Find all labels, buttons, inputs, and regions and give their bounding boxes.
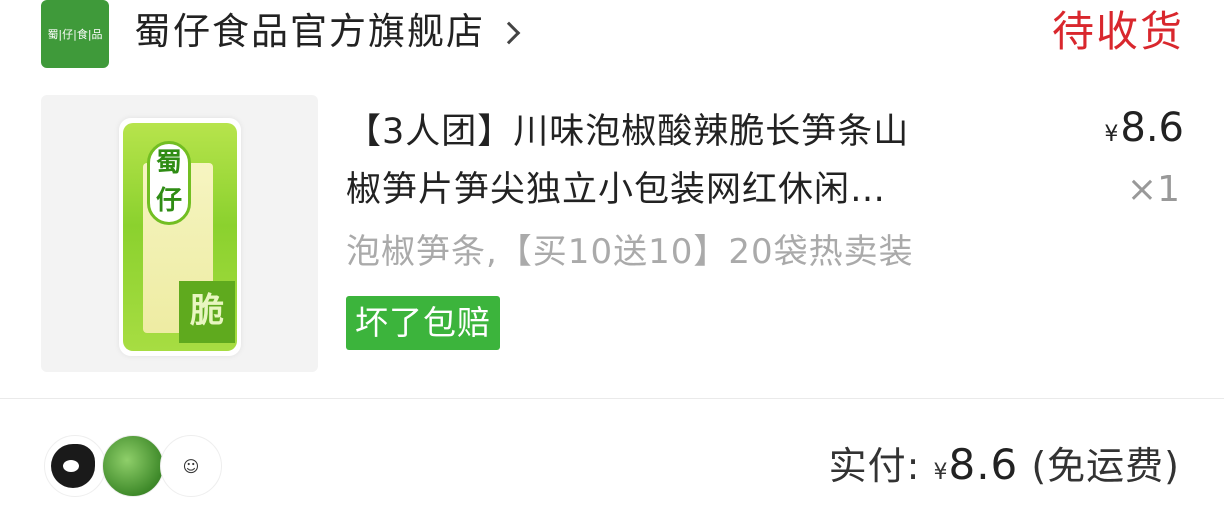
product-title-line-2[interactable]: 椒笋片笋尖独立小包装网红休闲… bbox=[346, 161, 1050, 219]
divider bbox=[0, 398, 1224, 399]
avatar[interactable] bbox=[44, 435, 106, 497]
currency-symbol: ¥ bbox=[933, 460, 949, 485]
product-image[interactable]: 蜀仔 脆 bbox=[41, 95, 318, 372]
paid-label: 实付: bbox=[828, 444, 934, 488]
smiley-icon: ☺ bbox=[182, 456, 200, 476]
product-package-illustration: 蜀仔 脆 bbox=[119, 118, 241, 356]
package-tag-text: 脆 bbox=[179, 281, 235, 343]
product-title[interactable]: 【3人团】川味泡椒酸辣脆长笋条山 椒笋片笋尖独立小包装网红休闲… bbox=[346, 103, 1050, 219]
guarantee-badge: 坏了包赔 bbox=[346, 296, 500, 350]
order-status: 待收货 bbox=[1051, 7, 1184, 56]
paid-amount: 8.6 bbox=[948, 440, 1019, 489]
price-value: 8.6 bbox=[1120, 105, 1184, 151]
currency-symbol: ¥ bbox=[1104, 122, 1119, 147]
unit-price: ¥8.6 bbox=[1104, 103, 1184, 160]
sku-variant: 泡椒笋条,【买10送10】20袋热卖装 bbox=[346, 232, 914, 272]
shop-link[interactable]: 蜀仔食品官方旗舰店 bbox=[134, 6, 521, 58]
shop-logo-text: 蜀|仔|食|品 bbox=[47, 28, 103, 41]
avatar[interactable]: ☺ bbox=[160, 435, 222, 497]
payment-summary: 实付: ¥8.6 (免运费) bbox=[829, 436, 1180, 502]
group-member-avatars[interactable]: ☺ bbox=[44, 435, 222, 497]
shipping-note: (免运费) bbox=[1018, 444, 1180, 488]
product-title-line-1[interactable]: 【3人团】川味泡椒酸辣脆长笋条山 bbox=[346, 103, 1050, 161]
order-header: 蜀|仔|食|品 蜀仔食品官方旗舰店 待收货 bbox=[0, 0, 1224, 70]
shop-name[interactable]: 蜀仔食品官方旗舰店 bbox=[134, 6, 485, 58]
quantity: ×1 bbox=[1126, 169, 1180, 210]
package-brand-text: 蜀仔 bbox=[147, 141, 191, 225]
chevron-right-icon[interactable] bbox=[497, 21, 521, 45]
avatar[interactable] bbox=[102, 435, 164, 497]
shop-logo[interactable]: 蜀|仔|食|品 bbox=[41, 0, 109, 68]
